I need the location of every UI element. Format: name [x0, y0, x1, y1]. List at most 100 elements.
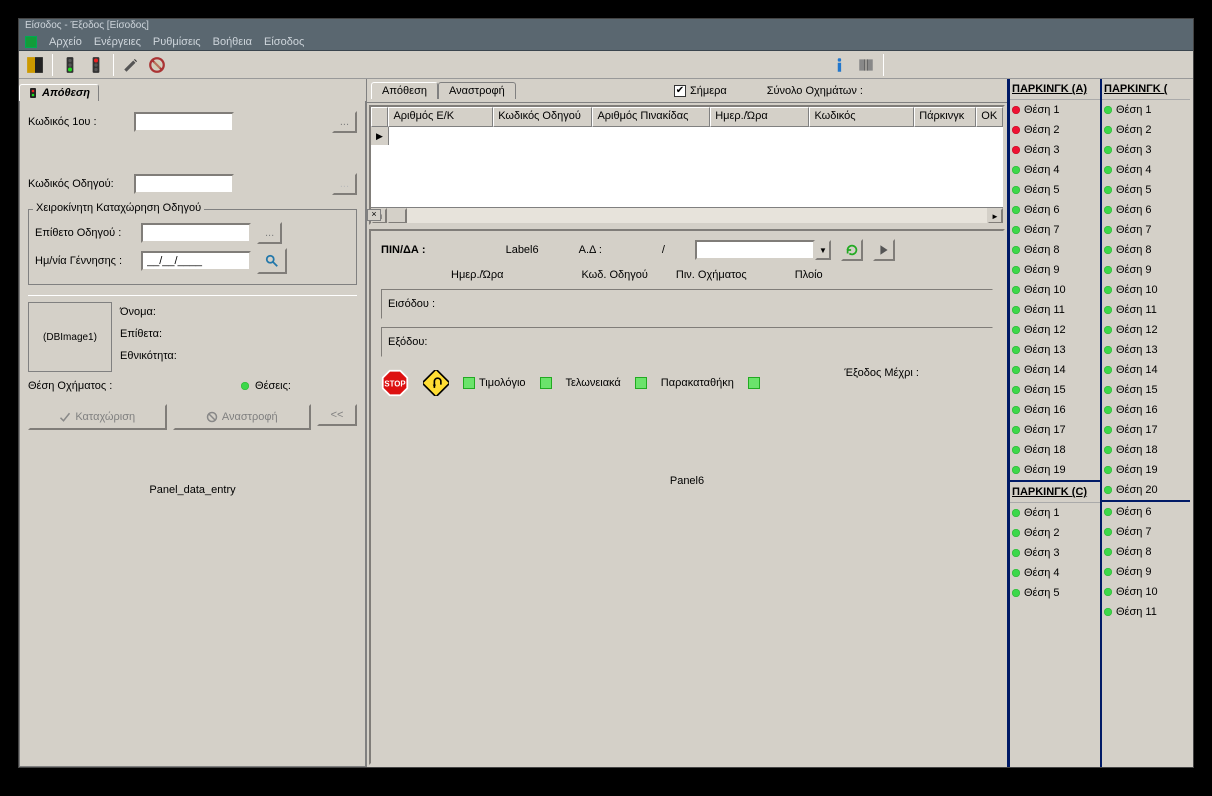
next-button[interactable]: [873, 239, 895, 261]
reverse-button[interactable]: Αναστροφή: [173, 404, 312, 430]
parking-slot[interactable]: Θέση 5: [1010, 583, 1100, 603]
parking-slot[interactable]: Θέση 7: [1010, 220, 1100, 240]
scroll-thumb[interactable]: [387, 208, 407, 224]
parking-slot[interactable]: Θέση 4: [1010, 160, 1100, 180]
slot-status-icon: [1104, 306, 1112, 314]
parking-slot[interactable]: Θέση 14: [1010, 360, 1100, 380]
parking-slot[interactable]: Θέση 6: [1010, 200, 1100, 220]
menu-file[interactable]: Αρχείο: [49, 36, 82, 48]
parking-slot[interactable]: Θέση 19: [1102, 460, 1190, 480]
tool-traffic-red-icon[interactable]: [84, 53, 108, 77]
tab-apothesi-left[interactable]: Απόθεση: [19, 84, 99, 101]
parking-slot[interactable]: Θέση 2: [1010, 523, 1100, 543]
tool-traffic-green-icon[interactable]: [58, 53, 82, 77]
menu-help[interactable]: Βοήθεια: [213, 36, 252, 48]
grid-col-driver[interactable]: Κωδικός Οδηγού: [493, 107, 592, 127]
detail-close-button[interactable]: ×: [367, 209, 381, 221]
grid-col-ek[interactable]: Αριθμός Ε/Κ: [388, 107, 493, 127]
parking-slot[interactable]: Θέση 20: [1102, 480, 1190, 500]
ship-combo-input[interactable]: [695, 240, 815, 260]
parking-slot[interactable]: Θέση 8: [1102, 240, 1190, 260]
tool-info-icon[interactable]: [828, 53, 852, 77]
parking-slot[interactable]: Θέση 9: [1102, 562, 1190, 582]
driver-code-lookup-button[interactable]: ...: [332, 173, 357, 195]
slot-status-icon: [1104, 426, 1112, 434]
grid-col-parking[interactable]: Πάρκινγκ: [914, 107, 976, 127]
dob-search-button[interactable]: [257, 248, 287, 274]
grid-col-code[interactable]: Κωδικός: [809, 107, 914, 127]
parking-slot[interactable]: Θέση 13: [1010, 340, 1100, 360]
parking-slot[interactable]: Θέση 16: [1010, 400, 1100, 420]
slot-status-icon: [1012, 166, 1020, 174]
parking-slot[interactable]: Θέση 17: [1010, 420, 1100, 440]
parking-slot[interactable]: Θέση 3: [1010, 543, 1100, 563]
parking-slot[interactable]: Θέση 6: [1102, 502, 1190, 522]
tool-globe-cancel-icon[interactable]: [145, 53, 169, 77]
panel-data-entry-label: Panel_data_entry: [28, 484, 357, 496]
code1-input[interactable]: [134, 112, 234, 132]
scroll-right-button[interactable]: ►: [987, 208, 1003, 224]
parking-slot[interactable]: Θέση 5: [1010, 180, 1100, 200]
parking-slot[interactable]: Θέση 5: [1102, 180, 1190, 200]
parking-slot[interactable]: Θέση 6: [1102, 200, 1190, 220]
menu-settings[interactable]: Ρυθμίσεις: [153, 36, 201, 48]
parking-slot[interactable]: Θέση 10: [1102, 582, 1190, 602]
driver-surname-lookup-button[interactable]: ...: [257, 222, 282, 244]
parking-slot[interactable]: Θέση 15: [1102, 380, 1190, 400]
ship-combo-dropdown-button[interactable]: ▼: [815, 240, 831, 260]
parking-slot[interactable]: Θέση 15: [1010, 380, 1100, 400]
parking-slot[interactable]: Θέση 1: [1102, 100, 1190, 120]
vehicle-grid[interactable]: Αριθμός Ε/Κ Κωδικός Οδηγού Αριθμός Πινακ…: [369, 105, 1005, 225]
menu-actions[interactable]: Ενέργειες: [94, 36, 141, 48]
parking-slot[interactable]: Θέση 18: [1010, 440, 1100, 460]
parking-slot[interactable]: Θέση 17: [1102, 420, 1190, 440]
parking-slot[interactable]: Θέση 8: [1102, 542, 1190, 562]
parking-slot[interactable]: Θέση 9: [1102, 260, 1190, 280]
grid-col-datetime[interactable]: Ημερ./Ώρα: [710, 107, 809, 127]
parking-slot[interactable]: Θέση 9: [1010, 260, 1100, 280]
driver-code-input[interactable]: [134, 174, 234, 194]
parking-slot[interactable]: Θέση 13: [1102, 340, 1190, 360]
grid-hscrollbar[interactable]: ◄ ►: [371, 207, 1003, 223]
code1-lookup-button[interactable]: ...: [332, 111, 357, 133]
refresh-button[interactable]: [841, 239, 863, 261]
slot-status-icon: [1012, 466, 1020, 474]
grid-col-ok[interactable]: OK: [976, 107, 1003, 127]
tab-apothesi[interactable]: Απόθεση: [371, 82, 438, 99]
parking-slot[interactable]: Θέση 11: [1102, 300, 1190, 320]
menu-entry[interactable]: Είσοδος: [264, 36, 304, 48]
parking-slot[interactable]: Θέση 10: [1102, 280, 1190, 300]
exit-label: Εξόδου:: [388, 336, 448, 348]
parking-slot[interactable]: Θέση 2: [1102, 120, 1190, 140]
parking-slot[interactable]: Θέση 11: [1010, 300, 1100, 320]
parking-slot[interactable]: Θέση 3: [1010, 140, 1100, 160]
parking-slot[interactable]: Θέση 3: [1102, 140, 1190, 160]
tab-anastrofi[interactable]: Αναστροφή: [438, 82, 516, 99]
grid-col-plate[interactable]: Αριθμός Πινακίδας: [592, 107, 710, 127]
parking-slot[interactable]: Θέση 16: [1102, 400, 1190, 420]
back-button[interactable]: <<: [317, 404, 357, 426]
parking-slot[interactable]: Θέση 1: [1010, 100, 1100, 120]
parking-slot[interactable]: Θέση 12: [1102, 320, 1190, 340]
parking-slot[interactable]: Θέση 18: [1102, 440, 1190, 460]
parking-slot[interactable]: Θέση 14: [1102, 360, 1190, 380]
tool-book-icon[interactable]: [854, 53, 878, 77]
parking-slot[interactable]: Θέση 1: [1010, 503, 1100, 523]
dob-input[interactable]: [141, 251, 251, 271]
today-checkbox[interactable]: Σήμερα: [674, 85, 727, 97]
parking-slot[interactable]: Θέση 4: [1010, 563, 1100, 583]
parking-slot[interactable]: Θέση 7: [1102, 522, 1190, 542]
tool-exit-button[interactable]: [23, 53, 47, 77]
parking-slot[interactable]: Θέση 19: [1010, 460, 1100, 480]
tool-edit-icon[interactable]: [119, 53, 143, 77]
parking-slot[interactable]: Θέση 12: [1010, 320, 1100, 340]
parking-slot[interactable]: Θέση 8: [1010, 240, 1100, 260]
parking-slot[interactable]: Θέση 4: [1102, 160, 1190, 180]
parking-slot[interactable]: Θέση 7: [1102, 220, 1190, 240]
save-button[interactable]: Καταχώριση: [28, 404, 167, 430]
driver-surname-input[interactable]: [141, 223, 251, 243]
slot-label: Θέση 8: [1024, 244, 1060, 256]
parking-slot[interactable]: Θέση 2: [1010, 120, 1100, 140]
parking-slot[interactable]: Θέση 11: [1102, 602, 1190, 622]
parking-slot[interactable]: Θέση 10: [1010, 280, 1100, 300]
